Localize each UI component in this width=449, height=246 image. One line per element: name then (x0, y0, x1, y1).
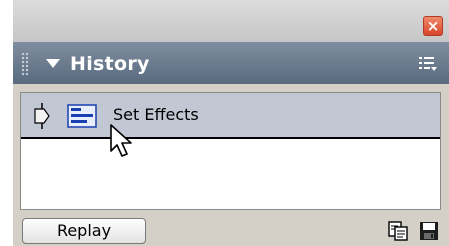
history-item-label: Set Effects (113, 105, 199, 124)
panel-options-icon[interactable] (419, 56, 437, 72)
mouse-pointer-icon (110, 124, 132, 157)
copy-steps-icon[interactable] (388, 221, 408, 241)
history-item[interactable]: Set Effects (21, 93, 440, 139)
title-bar[interactable]: × (13, 0, 449, 42)
panel-header[interactable]: History (13, 42, 449, 84)
save-icon[interactable] (419, 221, 439, 241)
drag-grip-icon[interactable] (21, 52, 29, 76)
history-panel-window: × History Set Effects Replay (13, 0, 449, 246)
history-list[interactable]: Set Effects (20, 92, 441, 210)
effects-icon (67, 104, 97, 128)
history-slider-icon[interactable] (33, 103, 51, 129)
panel-title: History (70, 53, 150, 75)
replay-button[interactable]: Replay (22, 218, 146, 244)
collapse-triangle-icon[interactable] (46, 59, 60, 68)
panel-footer: Replay (13, 212, 449, 246)
close-button[interactable]: × (423, 16, 443, 36)
